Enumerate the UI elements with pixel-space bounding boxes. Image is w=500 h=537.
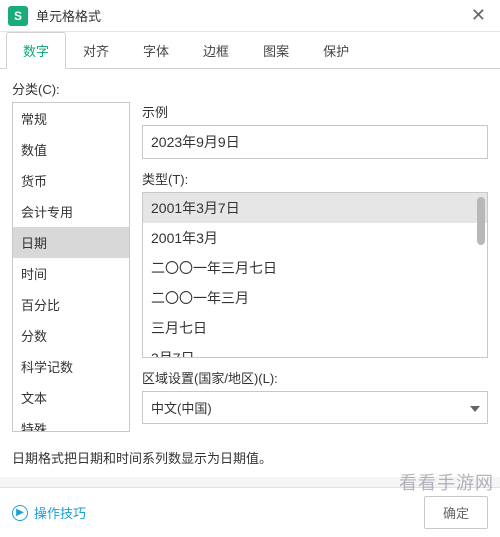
type-item-0[interactable]: 2001年3月7日 <box>143 193 487 223</box>
category-item-date[interactable]: 日期 <box>13 227 129 258</box>
category-item-time[interactable]: 时间 <box>13 258 129 289</box>
dialog-body: 分类(C): 常规 数值 货币 会计专用 日期 时间 百分比 分数 科学记数 文… <box>0 69 500 434</box>
category-item-scientific[interactable]: 科学记数 <box>13 351 129 382</box>
category-item-text[interactable]: 文本 <box>13 382 129 413</box>
scrollbar-thumb[interactable] <box>477 197 485 245</box>
window-title: 单元格格式 <box>36 6 465 25</box>
tab-border[interactable]: 边框 <box>186 32 246 68</box>
tab-align[interactable]: 对齐 <box>66 32 126 68</box>
sample-label: 示例 <box>142 102 488 121</box>
footer: ▶ 操作技巧 确定 <box>0 487 500 537</box>
type-item-2[interactable]: 二〇〇一年三月七日 <box>143 253 487 283</box>
type-item-5[interactable]: 3月7日 <box>143 343 487 358</box>
tab-pattern[interactable]: 图案 <box>246 32 306 68</box>
category-item-currency[interactable]: 货币 <box>13 165 129 196</box>
category-label: 分类(C): <box>12 79 488 98</box>
category-item-accounting[interactable]: 会计专用 <box>13 196 129 227</box>
locale-label: 区域设置(国家/地区)(L): <box>142 368 488 387</box>
sample-value: 2023年9月9日 <box>142 125 488 159</box>
type-item-4[interactable]: 三月七日 <box>143 313 487 343</box>
category-item-number[interactable]: 数值 <box>13 134 129 165</box>
category-item-fraction[interactable]: 分数 <box>13 320 129 351</box>
tab-protect[interactable]: 保护 <box>306 32 366 68</box>
category-item-general[interactable]: 常规 <box>13 103 129 134</box>
locale-select[interactable]: 中文(中国) <box>142 391 488 424</box>
type-label: 类型(T): <box>142 169 488 188</box>
titlebar: S 单元格格式 ✕ <box>0 0 500 32</box>
category-list[interactable]: 常规 数值 货币 会计专用 日期 时间 百分比 分数 科学记数 文本 特殊 自定… <box>12 102 130 432</box>
play-icon: ▶ <box>12 505 28 521</box>
type-item-3[interactable]: 二〇〇一年三月 <box>143 283 487 313</box>
category-item-percent[interactable]: 百分比 <box>13 289 129 320</box>
tips-link[interactable]: ▶ 操作技巧 <box>12 503 86 522</box>
ok-button[interactable]: 确定 <box>424 496 488 529</box>
tab-font[interactable]: 字体 <box>126 32 186 68</box>
app-icon: S <box>8 6 28 26</box>
close-icon[interactable]: ✕ <box>465 5 492 26</box>
type-item-1[interactable]: 2001年3月 <box>143 223 487 253</box>
tab-bar: 数字 对齐 字体 边框 图案 保护 <box>0 32 500 69</box>
category-item-special[interactable]: 特殊 <box>13 413 129 432</box>
type-list[interactable]: 2001年3月7日 2001年3月 二〇〇一年三月七日 二〇〇一年三月 三月七日… <box>142 192 488 358</box>
description-text: 日期格式把日期和时间系列数显示为日期值。 <box>0 434 500 477</box>
tips-label: 操作技巧 <box>34 503 86 522</box>
tab-number[interactable]: 数字 <box>6 32 66 69</box>
